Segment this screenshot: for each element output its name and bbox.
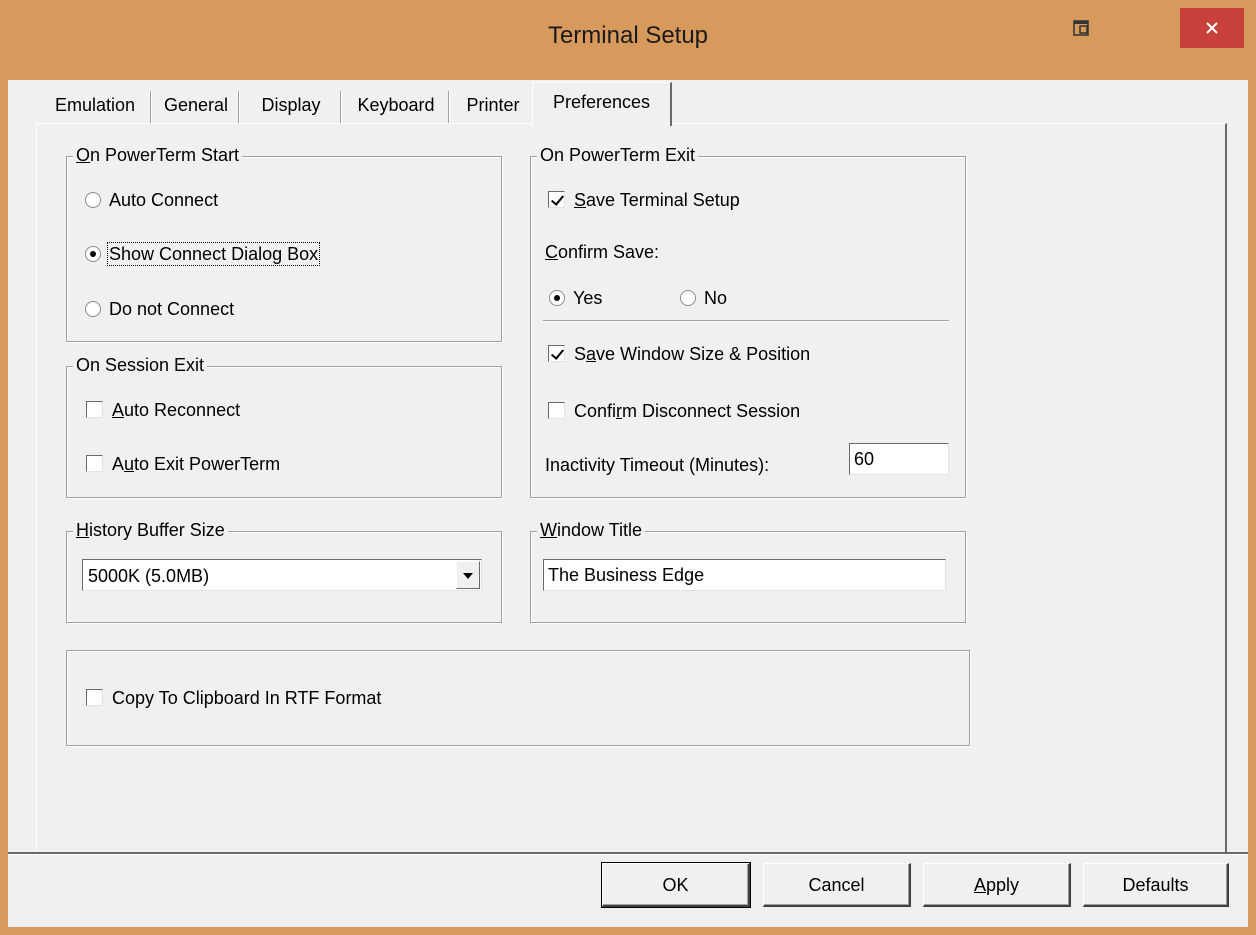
show-connect-dialog-label: Show Connect Dialog Box xyxy=(106,242,321,266)
auto-exit-checkbox[interactable]: Auto Exit PowerTerm xyxy=(86,454,280,475)
tab-preferences[interactable]: Preferences xyxy=(532,82,672,126)
inactivity-timeout-label: Inactivity Timeout (Minutes): xyxy=(545,455,770,475)
title-bar: Terminal Setup xyxy=(0,0,1256,80)
on-session-exit-legend: On Session Exit xyxy=(73,355,208,376)
window-title-input[interactable] xyxy=(543,559,946,591)
checkbox[interactable] xyxy=(86,455,103,472)
copy-rtf-checkbox[interactable]: Copy To Clipboard In RTF Format xyxy=(86,688,381,709)
do-not-connect-radio[interactable]: Do not Connect xyxy=(85,299,234,320)
radio-button[interactable] xyxy=(85,301,101,317)
window-title: Terminal Setup xyxy=(547,22,709,49)
checkbox[interactable] xyxy=(548,345,565,362)
tab-keyboard[interactable]: Keyboard xyxy=(344,86,448,124)
separator xyxy=(543,320,949,322)
tab-separator xyxy=(238,91,240,123)
checkbox[interactable] xyxy=(548,402,565,419)
auto-connect-label: Auto Connect xyxy=(109,190,219,210)
checkbox[interactable] xyxy=(86,401,103,418)
radio-button[interactable] xyxy=(549,290,565,306)
chevron-down-icon[interactable] xyxy=(456,561,480,589)
save-terminal-setup-label: Save Terminal Setup xyxy=(574,190,740,210)
radio-button[interactable] xyxy=(85,246,101,262)
radio-button[interactable] xyxy=(85,192,101,208)
radio-button[interactable] xyxy=(680,290,696,306)
confirm-no-radio[interactable]: No xyxy=(680,288,727,309)
on-start-legend: On PowerTerm Start xyxy=(73,145,243,166)
checkbox[interactable] xyxy=(548,191,565,208)
save-window-size-checkbox[interactable]: Save Window Size & Position xyxy=(548,344,810,365)
copy-rtf-label: Copy To Clipboard In RTF Format xyxy=(112,688,382,708)
tab-separator xyxy=(448,91,450,123)
history-buffer-legend: History Buffer Size xyxy=(73,520,228,541)
close-button[interactable] xyxy=(1180,8,1244,48)
confirm-disconnect-label: Confirm Disconnect Session xyxy=(574,401,801,421)
save-terminal-setup-checkbox[interactable]: Save Terminal Setup xyxy=(548,190,740,211)
apply-button[interactable]: Apply xyxy=(923,863,1071,907)
close-icon xyxy=(1206,22,1218,34)
auto-exit-label: Auto Exit PowerTerm xyxy=(112,454,281,474)
history-buffer-select[interactable]: 5000K (5.0MB) xyxy=(82,559,482,591)
tab-general[interactable]: General xyxy=(154,86,238,124)
auto-reconnect-label: Auto Reconnect xyxy=(112,400,241,420)
show-connect-dialog-radio[interactable]: Show Connect Dialog Box xyxy=(85,242,321,266)
ok-button[interactable]: OK xyxy=(601,862,751,908)
checkbox[interactable] xyxy=(86,689,103,706)
defaults-button[interactable]: Defaults xyxy=(1083,863,1229,907)
button-bar-separator xyxy=(8,852,1248,855)
auto-connect-radio[interactable]: Auto Connect xyxy=(85,190,218,211)
on-exit-legend: On PowerTerm Exit xyxy=(537,145,699,166)
on-session-exit-group: On Session Exit xyxy=(66,355,502,498)
restore-icon[interactable] xyxy=(1073,20,1091,38)
tab-printer[interactable]: Printer xyxy=(452,86,534,124)
confirm-save-label: Confirm Save: xyxy=(545,242,660,262)
tab-display[interactable]: Display xyxy=(242,86,340,124)
window-title-legend: Window Title xyxy=(537,520,646,541)
cancel-button[interactable]: Cancel xyxy=(763,863,911,907)
auto-reconnect-checkbox[interactable]: Auto Reconnect xyxy=(86,400,240,421)
confirm-disconnect-checkbox[interactable]: Confirm Disconnect Session xyxy=(548,401,800,422)
tab-separator xyxy=(340,91,342,123)
inactivity-timeout-input[interactable] xyxy=(849,443,949,475)
save-window-size-label: Save Window Size & Position xyxy=(574,344,811,364)
confirm-yes-label: Yes xyxy=(573,288,603,308)
do-not-connect-label: Do not Connect xyxy=(109,299,235,319)
tab-separator xyxy=(150,91,152,123)
history-buffer-value: 5000K (5.0MB) xyxy=(88,566,210,586)
tab-emulation[interactable]: Emulation xyxy=(40,86,150,124)
confirm-yes-radio[interactable]: Yes xyxy=(549,288,602,309)
confirm-no-label: No xyxy=(704,288,728,308)
